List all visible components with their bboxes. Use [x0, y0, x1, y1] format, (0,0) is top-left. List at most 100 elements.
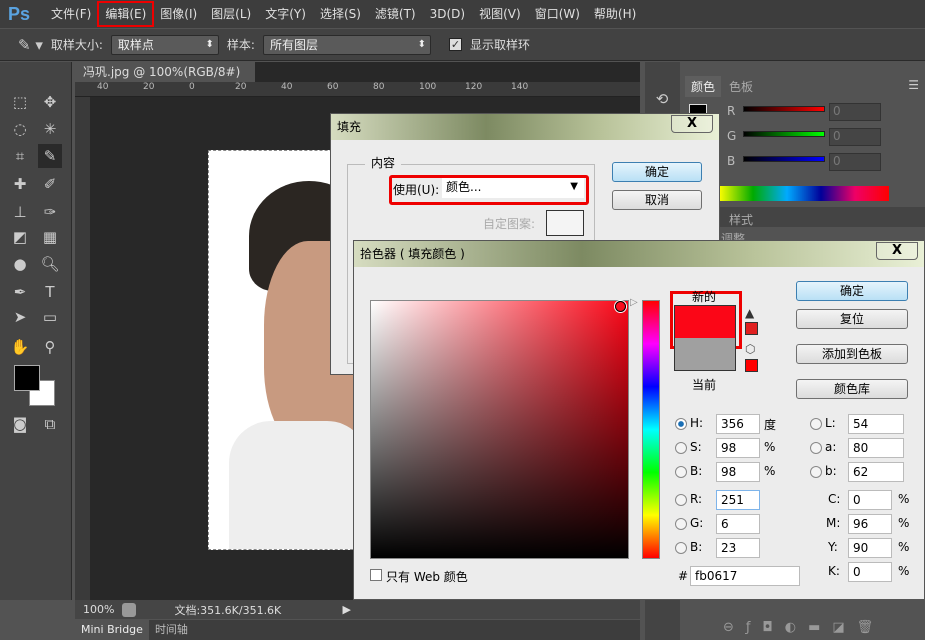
menu-layer[interactable]: 图层(L) [204, 2, 258, 26]
g-radio[interactable] [675, 518, 687, 530]
zoom-level[interactable]: 100% [83, 603, 114, 616]
color-spectrum-bar[interactable] [719, 186, 889, 201]
fill-ok-button[interactable]: 确定 [612, 162, 702, 182]
menu-edit[interactable]: 编辑(E) [97, 1, 155, 27]
lab-b-radio[interactable] [810, 466, 822, 478]
hand-tool-icon[interactable]: ✋ [8, 335, 32, 359]
brightness-radio[interactable] [675, 466, 687, 478]
sample-size-select[interactable]: 取样点 [110, 34, 219, 55]
show-ring-checkbox[interactable]: ✓ [448, 38, 462, 51]
menu-help[interactable]: 帮助(H) [587, 2, 643, 26]
gamut-color-button[interactable] [745, 322, 758, 335]
document-title: 冯巩.jpg @ 100%(RGB/8#) [83, 65, 241, 79]
sample-select[interactable]: 所有图层 [262, 34, 431, 55]
menu-3d[interactable]: 3D(D) [423, 2, 472, 26]
hex-input[interactable]: fb0617 [690, 566, 800, 586]
g-value[interactable]: 0 [829, 128, 881, 146]
b-slider[interactable] [743, 156, 825, 162]
lab-b-input[interactable]: 62 [848, 462, 904, 482]
dodge-tool-icon[interactable]: 🔍︎ [38, 252, 62, 276]
menu-type[interactable]: 文字(Y) [258, 2, 313, 26]
shape-tool-icon[interactable]: ▭ [38, 305, 62, 329]
tab-swatches[interactable]: 色板 [723, 76, 759, 97]
marquee-tool-icon[interactable]: ⬚ [8, 90, 32, 114]
a-radio[interactable] [810, 442, 822, 454]
color-field[interactable] [370, 300, 629, 559]
foreground-color-swatch[interactable] [14, 365, 40, 391]
menu-file[interactable]: 文件(F) [44, 2, 98, 26]
screen-mode-icon[interactable]: ⧉ [38, 412, 62, 436]
add-to-swatches-button[interactable]: 添加到色板 [796, 344, 908, 364]
menu-window[interactable]: 窗口(W) [528, 2, 587, 26]
r-slider[interactable] [743, 106, 825, 112]
b-radio[interactable] [675, 542, 687, 554]
b-value[interactable]: 0 [829, 153, 881, 171]
picker-ok-button[interactable]: 确定 [796, 281, 908, 301]
blur-tool-icon[interactable]: ● [8, 252, 32, 276]
quick-mask-icon[interactable]: ◙ [8, 412, 32, 436]
k-input[interactable]: 0 [848, 562, 892, 582]
stamp-tool-icon[interactable]: ⊥ [8, 200, 32, 224]
picker-reset-button[interactable]: 复位 [796, 309, 908, 329]
zoom-tool-icon[interactable]: ⚲ [38, 335, 62, 359]
tab-color[interactable]: 颜色 [685, 76, 722, 97]
status-menu-arrow-icon[interactable]: ▶ [342, 603, 350, 616]
r-radio[interactable] [675, 494, 687, 506]
current-color-swatch[interactable] [674, 338, 736, 371]
hue-slider[interactable] [642, 300, 660, 559]
color-field-cursor[interactable] [615, 301, 626, 312]
a-input[interactable]: 80 [848, 438, 904, 458]
s-input[interactable]: 98 [716, 438, 760, 458]
status-share-icon[interactable] [122, 602, 137, 617]
eyedropper-icon[interactable]: ✎ ▾ [18, 36, 43, 54]
layers-footer-icons[interactable]: ⊖ƒ◘◐▬◪🗑︎ [683, 620, 925, 640]
h-input[interactable]: 356 [716, 414, 760, 434]
gradient-tool-icon[interactable]: ▦ [38, 225, 62, 249]
red-input[interactable]: 251 [716, 490, 760, 510]
lasso-tool-icon[interactable]: ◌ [8, 117, 32, 141]
healing-brush-icon[interactable]: ✚ [8, 172, 32, 196]
magic-wand-icon[interactable]: ✳ [38, 117, 62, 141]
web-safe-color-button[interactable] [745, 359, 758, 372]
menu-image[interactable]: 图像(I) [153, 2, 204, 26]
tab-mini-bridge[interactable]: Mini Bridge [75, 620, 149, 640]
history-brush-icon[interactable]: ✑ [38, 200, 62, 224]
tab-timeline[interactable]: 时间轴 [149, 620, 194, 640]
type-tool-icon[interactable]: T [38, 280, 62, 304]
panel-menu-icon[interactable]: ☰ [908, 78, 919, 92]
menu-select[interactable]: 选择(S) [313, 2, 368, 26]
eraser-tool-icon[interactable]: ◩ [8, 225, 32, 249]
brush-tool-icon[interactable]: ✐ [38, 172, 62, 196]
c-input[interactable]: 0 [848, 490, 892, 510]
l-input[interactable]: 54 [848, 414, 904, 434]
path-select-icon[interactable]: ➤ [8, 305, 32, 329]
picker-close-button[interactable]: X [876, 242, 918, 260]
l-radio[interactable] [810, 418, 822, 430]
crop-tool-icon[interactable]: ⌗ [8, 144, 32, 168]
custom-pattern-picker[interactable] [546, 210, 584, 236]
menu-view[interactable]: 视图(V) [472, 2, 528, 26]
h-radio[interactable] [675, 418, 687, 430]
use-select[interactable]: 颜色... ▼ [442, 178, 584, 198]
pen-tool-icon[interactable]: ✒ [8, 280, 32, 304]
r-value[interactable]: 0 [829, 103, 881, 121]
m-input[interactable]: 96 [848, 514, 892, 534]
history-panel-icon[interactable]: ⟲ [650, 87, 674, 111]
tab-styles[interactable]: 样式 [723, 209, 759, 230]
s-radio[interactable] [675, 442, 687, 454]
web-only-checkbox[interactable] [370, 569, 382, 581]
hue-slider-arrow[interactable]: ▷ [630, 297, 638, 308]
green-input[interactable]: 6 [716, 514, 760, 534]
fill-close-button[interactable]: X [671, 115, 713, 133]
menu-filter[interactable]: 滤镜(T) [368, 2, 423, 26]
document-tab[interactable]: 冯巩.jpg @ 100%(RGB/8#) × [75, 62, 255, 99]
move-tool-icon[interactable]: ✥ [38, 90, 62, 114]
g-slider[interactable] [743, 131, 825, 137]
blue-input[interactable]: 23 [716, 538, 760, 558]
y-input[interactable]: 90 [848, 538, 892, 558]
gamut-warning-icon: ▲ [745, 306, 755, 320]
brightness-input[interactable]: 98 [716, 462, 760, 482]
eyedropper-tool-icon[interactable]: ✎ [38, 144, 62, 168]
fill-cancel-button[interactable]: 取消 [612, 190, 702, 210]
color-libraries-button[interactable]: 颜色库 [796, 379, 908, 399]
